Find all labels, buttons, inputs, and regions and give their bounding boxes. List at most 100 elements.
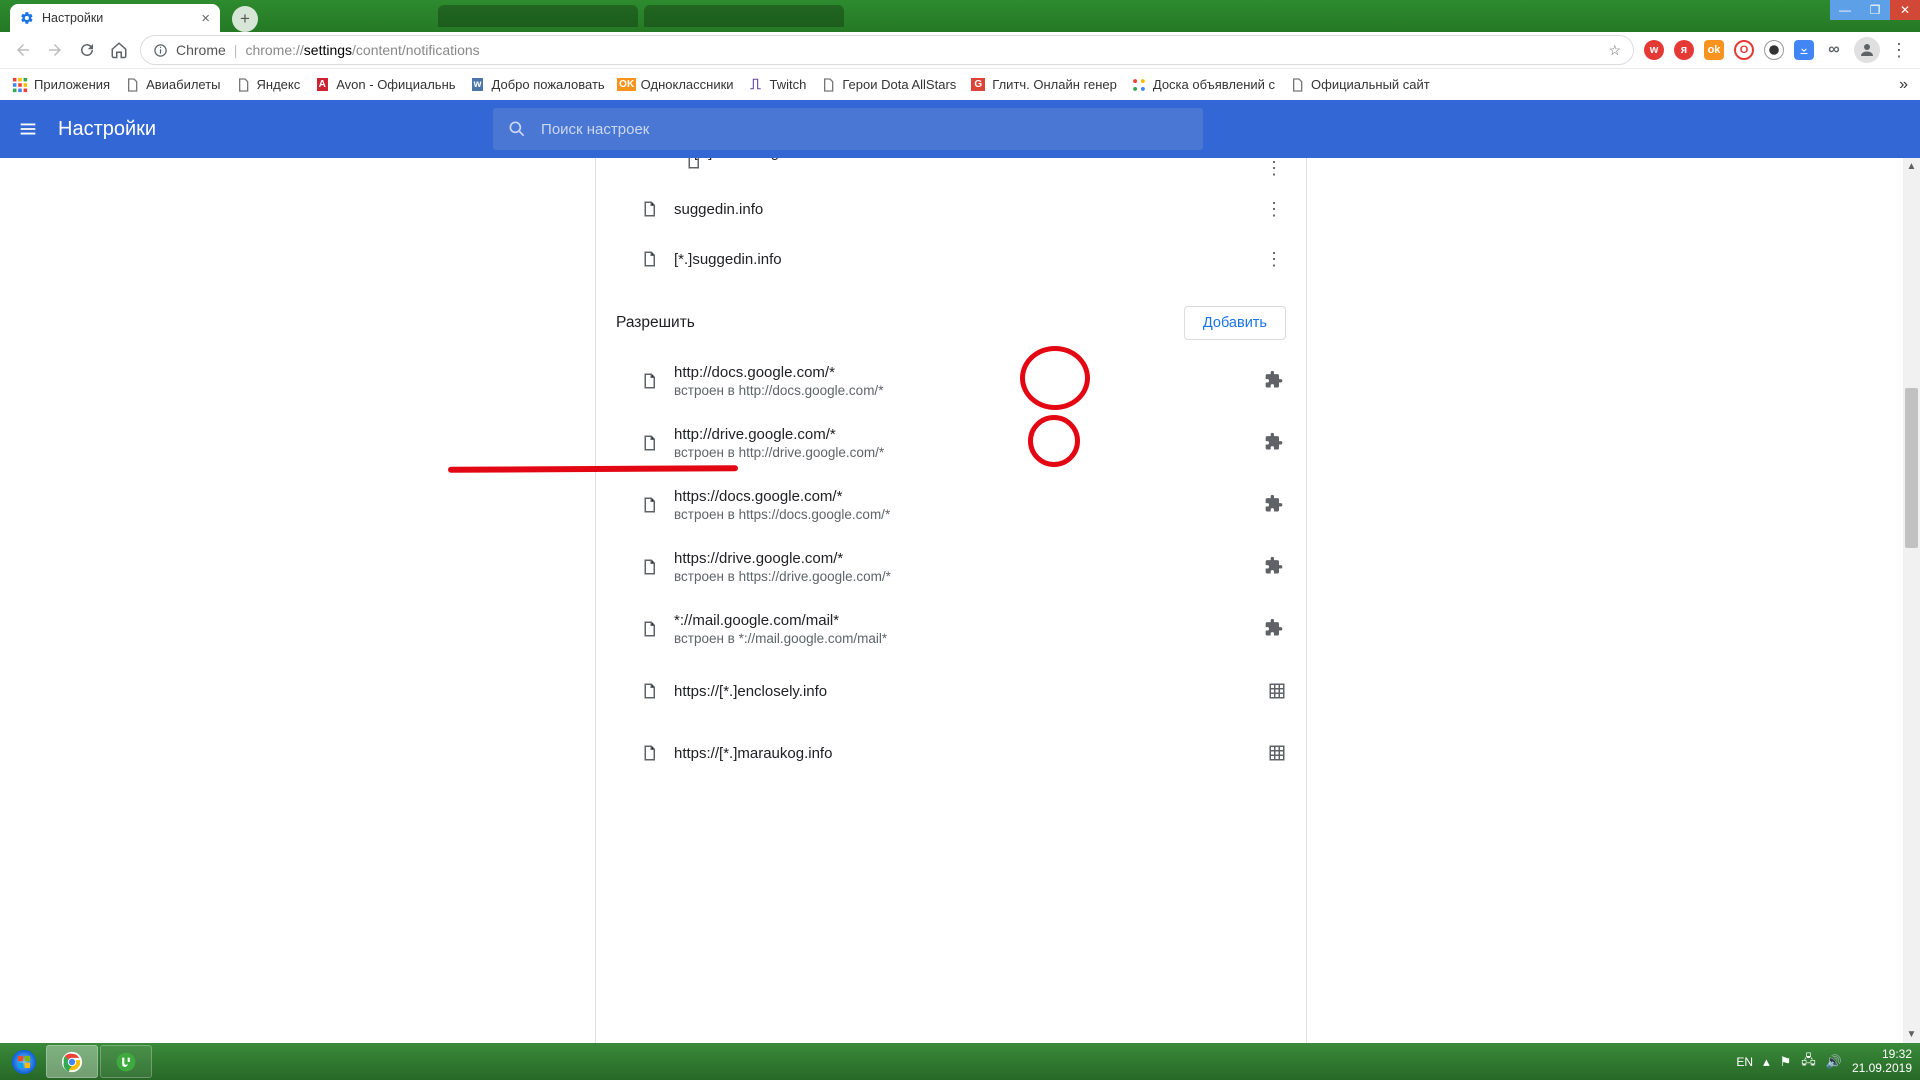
- scroll-thumb[interactable]: [1905, 388, 1918, 548]
- taskbar: EN ▴ ⚑ 🖧 🔊 19:32 21.09.2019: [0, 1043, 1920, 1080]
- bookmark-item[interactable]: Доска объявлений с: [1131, 77, 1275, 93]
- site-row[interactable]: https://[*.]maraukog.info: [596, 722, 1306, 784]
- bookmark-item[interactable]: wДобро пожаловать: [470, 77, 605, 93]
- page-icon: [640, 744, 660, 762]
- browser-tab-active[interactable]: Настройки ×: [10, 4, 220, 32]
- page-icon: [640, 200, 660, 218]
- site-row[interactable]: http://docs.google.com/*встроен в http:/…: [596, 350, 1306, 412]
- bookmark-label: Avon - Официальнь: [336, 77, 455, 92]
- tray-chevron-icon[interactable]: ▴: [1763, 1054, 1770, 1070]
- site-url: http://drive.google.com/*: [674, 426, 1264, 443]
- bookmark-label: Twitch: [770, 77, 807, 92]
- site-row[interactable]: https://drive.google.com/*встроен в http…: [596, 536, 1306, 598]
- extension-icon[interactable]: w: [1644, 40, 1664, 60]
- tab-strip: Настройки × +: [0, 0, 258, 32]
- bookmark-favicon: [1131, 77, 1147, 93]
- window-maximize-button[interactable]: ❐: [1860, 0, 1890, 20]
- apps-shortcut[interactable]: Приложения: [12, 77, 110, 93]
- bookmark-favicon: [1289, 77, 1305, 93]
- nav-back-button[interactable]: [12, 39, 34, 61]
- site-url: https://[*.]enclosely.info: [674, 683, 1268, 700]
- bookmark-label: Одноклассники: [641, 77, 734, 92]
- bookmark-item[interactable]: GГлитч. Онлайн генер: [970, 77, 1117, 93]
- bookmark-item[interactable]: A Avon - Официальнь: [314, 77, 455, 93]
- site-url: [*.]suggedin.info: [674, 251, 1262, 268]
- taskbar-app-utorrent[interactable]: [100, 1045, 152, 1078]
- site-row[interactable]: *://mail.google.com/mail*встроен в *://m…: [596, 598, 1306, 660]
- bookmark-favicon: w: [470, 77, 486, 93]
- tray-volume-icon[interactable]: 🔊: [1826, 1054, 1842, 1070]
- bookmark-item[interactable]: OK Одноклассники: [619, 77, 734, 93]
- row-menu-button[interactable]: ⋮: [1262, 199, 1286, 220]
- site-row[interactable]: http://drive.google.com/*встроен в http:…: [596, 412, 1306, 474]
- bookmark-label: Герои Dota AllStars: [842, 77, 956, 92]
- site-row[interactable]: [*.]maraukog.info ⋮: [596, 158, 1306, 184]
- system-tray: EN ▴ ⚑ 🖧 🔊 19:32 21.09.2019: [1736, 1043, 1920, 1080]
- settings-search-box[interactable]: [493, 108, 1203, 150]
- settings-search-input[interactable]: [541, 121, 1189, 138]
- taskbar-app-chrome[interactable]: [46, 1045, 98, 1078]
- site-row[interactable]: https://[*.]enclosely.info: [596, 660, 1306, 722]
- add-site-button[interactable]: Добавить: [1184, 306, 1286, 340]
- nav-forward-button[interactable]: [44, 39, 66, 61]
- site-embedded-in: встроен в https://docs.google.com/*: [674, 507, 1264, 522]
- chrome-menu-button[interactable]: ⋮: [1890, 40, 1908, 61]
- tray-network-icon[interactable]: 🖧: [1801, 1051, 1816, 1073]
- extension-icon[interactable]: я: [1674, 40, 1694, 60]
- extension-icon[interactable]: ok: [1704, 40, 1724, 60]
- bookmark-item[interactable]: ⎍Twitch: [748, 77, 807, 93]
- settings-content: [*.]maraukog.info ⋮ suggedin.info⋮[*.]su…: [0, 158, 1920, 1043]
- bookmark-favicon: OK: [619, 77, 635, 93]
- bookmark-favicon: [235, 77, 251, 93]
- bookmark-item[interactable]: Яндекс: [235, 77, 301, 93]
- bookmarks-overflow-button[interactable]: »: [1899, 76, 1908, 94]
- page-icon: [640, 434, 660, 452]
- row-menu-button[interactable]: ⋮: [1262, 249, 1286, 270]
- settings-menu-button[interactable]: [0, 100, 56, 158]
- row-menu-button[interactable]: ⋮: [1262, 158, 1286, 179]
- start-button[interactable]: [4, 1043, 44, 1080]
- apps-grid-icon: [12, 77, 28, 93]
- extension-managed-icon: [1264, 494, 1286, 516]
- gear-icon: [20, 11, 34, 25]
- site-url: https://drive.google.com/*: [674, 550, 1264, 567]
- bookmark-favicon: A: [314, 77, 330, 93]
- hamburger-icon: [17, 118, 39, 140]
- bookmark-star-icon[interactable]: ☆: [1608, 42, 1621, 59]
- window-controls: — ❐ ✕: [1830, 0, 1920, 20]
- profile-button[interactable]: [1854, 37, 1880, 63]
- extension-icon[interactable]: [1794, 40, 1814, 60]
- site-url: https://[*.]maraukog.info: [674, 745, 1268, 762]
- site-row[interactable]: suggedin.info⋮: [596, 184, 1306, 234]
- site-row[interactable]: https://docs.google.com/* встроен в https…: [596, 474, 1306, 536]
- nav-reload-button[interactable]: [76, 39, 98, 61]
- tray-language[interactable]: EN: [1736, 1055, 1753, 1069]
- window-minimize-button[interactable]: —: [1830, 0, 1860, 20]
- site-row[interactable]: [*.]suggedin.info⋮: [596, 234, 1306, 284]
- site-url: [*.]maraukog.info: [694, 158, 1262, 161]
- bookmark-item[interactable]: Герои Dota AllStars: [820, 77, 956, 93]
- page-icon: [640, 682, 660, 700]
- search-icon: [507, 119, 527, 139]
- extension-icon[interactable]: [1764, 40, 1784, 60]
- bookmark-favicon: [124, 77, 140, 93]
- scroll-up-button[interactable]: ▲: [1903, 158, 1920, 175]
- new-tab-button[interactable]: +: [232, 6, 258, 32]
- extension-icon[interactable]: ∞: [1824, 40, 1844, 60]
- window-close-button[interactable]: ✕: [1890, 0, 1920, 20]
- bookmark-item[interactable]: Официальный сайт: [1289, 77, 1430, 93]
- nav-home-button[interactable]: [108, 39, 130, 61]
- tab-close-button[interactable]: ×: [201, 10, 210, 27]
- site-info-icon: [153, 43, 168, 58]
- tray-clock[interactable]: 19:32 21.09.2019: [1852, 1048, 1912, 1076]
- tray-flag-icon[interactable]: ⚑: [1780, 1054, 1792, 1070]
- site-url: https://docs.google.com/*: [674, 488, 1264, 505]
- vertical-scrollbar[interactable]: ▲ ▼: [1903, 158, 1920, 1043]
- extension-managed-icon: [1264, 370, 1286, 392]
- bookmarks-bar: Приложения Авиабилеты Яндекс A Avon - Офици…: [0, 68, 1920, 100]
- extension-icon[interactable]: O: [1734, 40, 1754, 60]
- address-bar[interactable]: Chrome | chrome://settings/content/notif…: [140, 35, 1634, 65]
- scroll-down-button[interactable]: ▼: [1903, 1026, 1920, 1043]
- bookmark-favicon: G: [970, 77, 986, 93]
- bookmark-item[interactable]: Авиабилеты: [124, 77, 220, 93]
